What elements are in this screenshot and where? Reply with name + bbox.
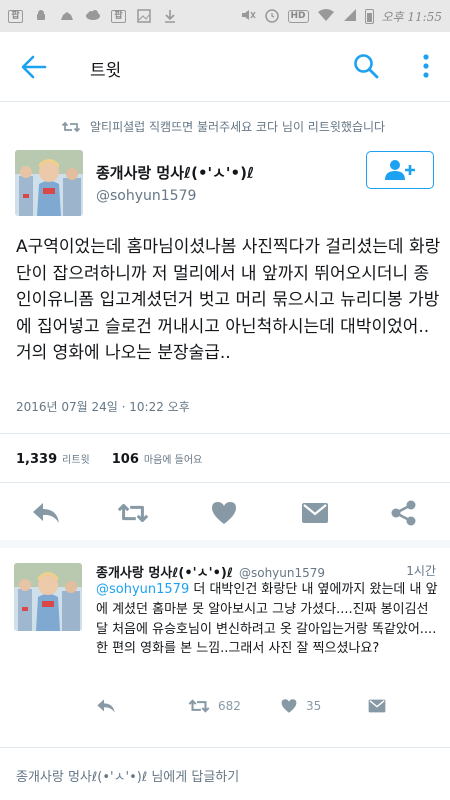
back-button[interactable]: [20, 54, 48, 80]
mute-icon: [240, 8, 256, 25]
reply-message-button[interactable]: [368, 698, 386, 714]
retweet-icon: [117, 503, 149, 523]
section-separator: [0, 540, 450, 548]
app-bar: 트윗: [0, 32, 450, 102]
weather-icon: [59, 9, 75, 23]
reply-like-count: 35: [306, 699, 322, 713]
alarm-icon: [264, 7, 280, 26]
reply-retweet-button[interactable]: 682: [188, 698, 241, 714]
battery-icon: [364, 8, 374, 24]
reply-icon: [33, 503, 59, 523]
like-count[interactable]: 106: [112, 452, 139, 467]
avatar-photo: [14, 563, 82, 631]
search-button[interactable]: [352, 52, 380, 80]
more-icon: [423, 54, 429, 78]
back-arrow-icon: [21, 55, 47, 79]
reply-time: 1시간: [406, 564, 436, 578]
retweet-label: 리트윗: [62, 455, 90, 466]
status-bar: 팝 팝 HD 오후 11:55: [0, 0, 450, 32]
reply-avatar[interactable]: [14, 563, 82, 631]
clock: 오후 11:55: [381, 9, 442, 24]
tweet-stats: 1,339 리트윗 106 마음에 들어요: [16, 451, 224, 467]
hd-badge: HD: [287, 9, 309, 23]
follow-button[interactable]: [366, 151, 434, 189]
tweet-text: A구역이었는데 홈마님이셨나봄 사진찍다가 걸리셨는데 화랑단이 잡으려하니까 …: [16, 237, 441, 363]
message-button[interactable]: [299, 497, 331, 529]
avatar-photo: [15, 150, 83, 216]
download-icon: [162, 9, 178, 23]
author-handle[interactable]: @sohyun1579: [96, 188, 196, 204]
envelope-icon: [302, 503, 328, 523]
reply-author-name[interactable]: 종개사랑 멍사ℓ(•'ㅅ'•)ℓ: [96, 566, 233, 581]
wifi-icon: [317, 8, 335, 25]
page-title: 트윗: [90, 61, 122, 81]
heart-icon: [212, 502, 236, 524]
android-icon: [33, 9, 49, 23]
reply-text: @sohyun1579 더 대박인건 화랑단 내 옆에까지 왔는데 내 앞에 계…: [96, 580, 438, 659]
image-icon: [136, 9, 152, 23]
reply-like-button[interactable]: 35: [280, 698, 321, 714]
share-button[interactable]: [388, 497, 420, 529]
heart-icon: [281, 699, 297, 713]
retweet-icon: [188, 699, 210, 713]
author-name[interactable]: 종개사랑 멍사ℓ(•'ㅅ'•)ℓ: [96, 162, 254, 183]
divider: [0, 433, 450, 434]
reply-compose-placeholder[interactable]: 종개사랑 멍사ℓ(•'ㅅ'•)ℓ 님에게 답글하기: [16, 766, 239, 785]
notification-app-icon-1: 팝: [8, 9, 23, 23]
retweet-count[interactable]: 1,339: [16, 452, 57, 467]
reply-header: 종개사랑 멍사ℓ(•'ㅅ'•)ℓ @sohyun1579: [96, 562, 436, 581]
share-icon: [391, 500, 416, 526]
reply-author-handle[interactable]: @sohyun1579: [239, 566, 325, 580]
reply-button[interactable]: [30, 497, 62, 529]
more-options-button[interactable]: [416, 52, 436, 80]
like-button[interactable]: [208, 497, 240, 529]
reply-icon: [97, 699, 115, 713]
retweet-context[interactable]: 알티피셜럽 직캠뜨면 불러주세요 코다 님이 리트윗했습니다: [62, 118, 385, 135]
retweet-button[interactable]: [117, 497, 149, 529]
reply-action-bar: 682 35: [96, 698, 436, 720]
notification-app-icon-2: 팝: [111, 9, 126, 23]
retweet-context-text: 알티피셜럽 직캠뜨면 불러주세요 코다 님이 리트윗했습니다: [90, 120, 386, 134]
reply-retweet-count: 682: [218, 699, 241, 713]
like-label: 마음에 들어요: [143, 455, 203, 466]
reply-compose-bar[interactable]: 종개사랑 멍사ℓ(•'ㅅ'•)ℓ 님에게 답글하기: [0, 747, 450, 800]
avatar[interactable]: [15, 150, 83, 216]
add-user-icon: [385, 160, 415, 180]
mention-link[interactable]: @sohyun1579: [96, 582, 189, 597]
tweet-action-bar: [0, 497, 450, 537]
cloud-icon: [85, 9, 101, 23]
tweet-timestamp: 2016년 07월 24일 · 10:22 오후: [16, 400, 190, 414]
search-icon: [354, 54, 379, 79]
reply-reply-button[interactable]: [96, 698, 116, 714]
retweet-icon: [62, 121, 80, 132]
signal-icon: [343, 8, 357, 25]
envelope-icon: [368, 699, 386, 713]
divider: [0, 482, 450, 483]
